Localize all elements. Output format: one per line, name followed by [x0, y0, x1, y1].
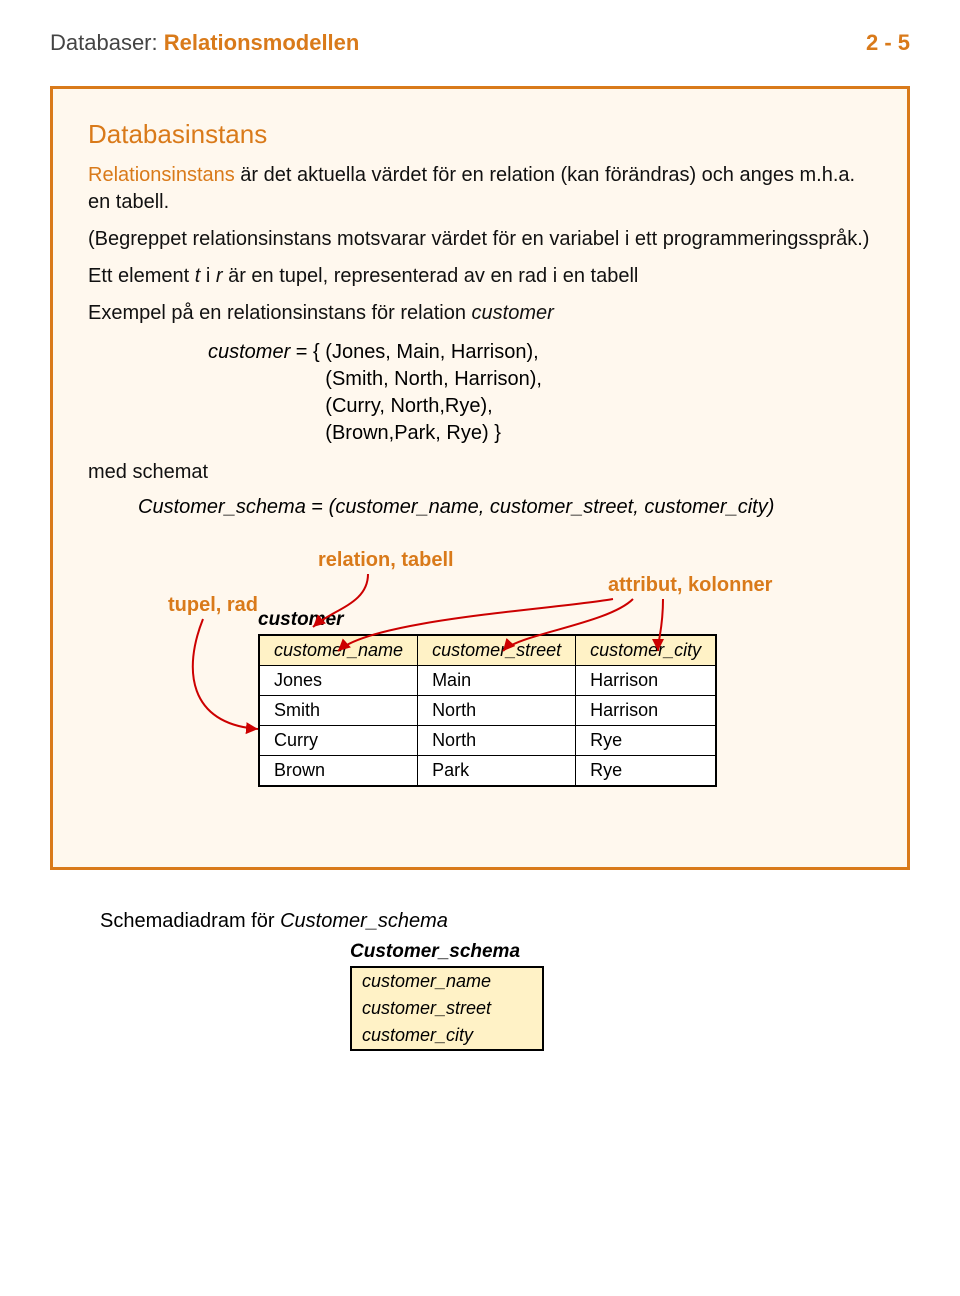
para3-r: r	[216, 265, 223, 287]
header-prefix: Databaser:	[50, 30, 158, 55]
table-header-row: customer_name customer_street customer_c…	[259, 635, 716, 666]
table-caption: customer	[258, 609, 872, 631]
header-title: Relationsmodellen	[164, 30, 360, 55]
schema-box: customer_name customer_street customer_c…	[350, 966, 544, 1051]
set-line: (Smith, North, Harrison),	[325, 366, 542, 393]
schema-attr: customer_street	[352, 995, 542, 1022]
schema-rhs: customer_name, customer_street, customer…	[335, 496, 767, 518]
cell: Park	[418, 756, 576, 787]
cell: North	[418, 726, 576, 756]
customer-table: customer_name customer_street customer_c…	[258, 634, 717, 787]
cell: Smith	[259, 696, 418, 726]
para3-a: Ett element	[88, 265, 195, 287]
para-begreppet: (Begreppet relationsinstans motsvarar vä…	[88, 226, 872, 253]
table-row: Brown Park Rye	[259, 756, 716, 787]
col-header: customer_city	[576, 635, 717, 666]
set-label-text: customer	[208, 341, 290, 363]
cell: Rye	[576, 756, 717, 787]
label-tupel: tupel, rad	[168, 594, 258, 617]
para4-b: customer	[472, 302, 554, 324]
label-relation: relation, tabell	[318, 549, 454, 572]
cell: Main	[418, 666, 576, 696]
set-label: customer = {	[208, 339, 325, 447]
schema-definition: Customer_schema = (customer_name, custom…	[138, 496, 872, 519]
para-element: Ett element t i r är en tupel, represent…	[88, 263, 872, 290]
section-title: Databasinstans	[88, 119, 872, 150]
cell: Curry	[259, 726, 418, 756]
header-left: Databaser: Relationsmodellen	[50, 30, 359, 56]
set-line: (Jones, Main, Harrison),	[325, 339, 542, 366]
set-line: (Curry, North,Rye),	[325, 393, 542, 420]
schema-lhs: Customer_schema	[138, 496, 306, 518]
col-header: customer_street	[418, 635, 576, 666]
cell: North	[418, 696, 576, 726]
page: Databaser: Relationsmodellen 2 - 5 Datab…	[0, 0, 960, 1081]
page-header: Databaser: Relationsmodellen 2 - 5	[50, 30, 910, 56]
para3-c: är en tupel, representerad av en rad i e…	[223, 265, 639, 287]
cell: Harrison	[576, 666, 717, 696]
schema-diagram-section: Schemadiadram för Customer_schema Custom…	[100, 910, 910, 1051]
diagram-wrap: relation, tabell attribut, kolonner tupe…	[88, 549, 872, 787]
para3-b: i	[200, 265, 216, 287]
schema-attr: customer_city	[352, 1022, 542, 1049]
keyword-relationsinstans: Relationsinstans	[88, 164, 235, 186]
para-relationsinstans: Relationsinstans är det aktuella värdet …	[88, 162, 872, 216]
para-exempel: Exempel på en relationsinstans för relat…	[88, 300, 872, 327]
table-row: Curry North Rye	[259, 726, 716, 756]
schema-diag-intro-i: Customer_schema	[280, 910, 448, 932]
content-box: Databasinstans Relationsinstans är det a…	[50, 86, 910, 870]
header-page-number: 2 - 5	[866, 30, 910, 56]
table-wrap: customer customer_name customer_street c…	[258, 609, 872, 787]
schema-diagram-body: Customer_schema customer_name customer_s…	[350, 941, 910, 1051]
set-line: (Brown,Park, Rye) }	[325, 420, 542, 447]
schema-diag-intro: Schemadiadram för	[100, 910, 280, 932]
set-lines: (Jones, Main, Harrison), (Smith, North, …	[325, 339, 542, 447]
schema-attr: customer_name	[352, 968, 542, 995]
label-attribut: attribut, kolonner	[608, 574, 772, 597]
cell: Brown	[259, 756, 418, 787]
cell: Harrison	[576, 696, 717, 726]
col-header: customer_name	[259, 635, 418, 666]
para4-a: Exempel på en relationsinstans för relat…	[88, 302, 472, 324]
cell: Rye	[576, 726, 717, 756]
med-schemat: med schemat	[88, 459, 872, 486]
schema-box-title: Customer_schema	[350, 941, 910, 963]
set-definition: customer = { (Jones, Main, Harrison), (S…	[208, 339, 872, 447]
table-row: Jones Main Harrison	[259, 666, 716, 696]
cell: Jones	[259, 666, 418, 696]
table-row: Smith North Harrison	[259, 696, 716, 726]
